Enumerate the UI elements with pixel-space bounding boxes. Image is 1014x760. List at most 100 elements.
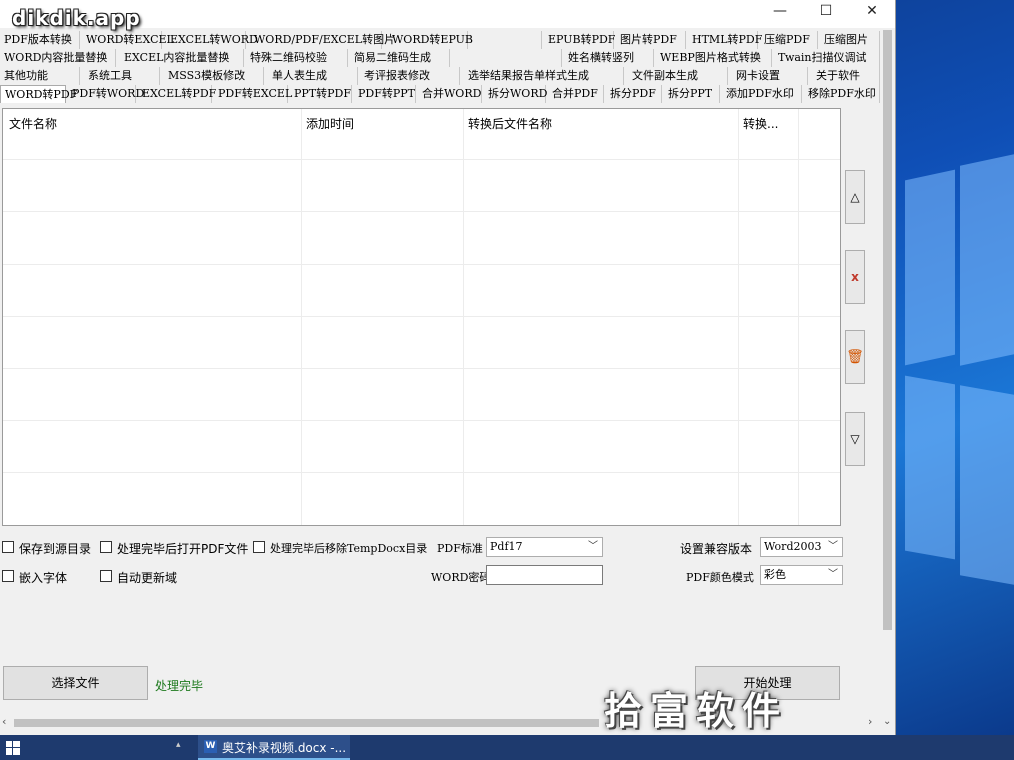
brand-watermark: dikdik.app (12, 6, 141, 30)
tab-word-batch-replace[interactable]: WORD内容批量替换 (0, 49, 116, 67)
title-bar: dikdik.app — ☐ ✕ (0, 0, 895, 30)
tab-image-to-pdf[interactable]: 图片转PDF (616, 31, 686, 49)
tab-qrcode-generate[interactable]: 简易二维码生成 (350, 49, 450, 67)
tab-report-edit[interactable]: 考评报表修改 (360, 67, 460, 85)
row-divider (3, 472, 840, 473)
open-after-checkbox[interactable] (100, 541, 112, 553)
tab-word-to-epub[interactable]: WORD转EPUB (388, 31, 473, 49)
word-password-label: WORD密码 (431, 571, 491, 584)
video-watermark: 拾富软件 (604, 689, 789, 733)
app-window: dikdik.app — ☐ ✕ PDF版本转换 WORD转EXCEL EXCE… (0, 0, 896, 735)
word-password-input[interactable] (486, 565, 603, 585)
vertical-scroll-thumb[interactable] (883, 30, 892, 630)
tab-merge-pdf[interactable]: 合并PDF (548, 85, 604, 103)
column-divider (301, 109, 302, 525)
maximize-button[interactable]: ☐ (803, 0, 849, 24)
word-app-icon: W (204, 740, 217, 753)
save-to-source-checkbox[interactable] (2, 541, 14, 553)
tab-other-functions[interactable]: 其他功能 (0, 67, 80, 85)
pdf-color-mode-label: PDF颜色模式 (686, 571, 754, 584)
chevron-down-icon: ﹀ (828, 569, 838, 580)
tab-single-table[interactable]: 单人表生成 (268, 67, 358, 85)
column-divider (738, 109, 739, 525)
tab-epub-to-pdf[interactable]: EPUB转PDF (544, 31, 615, 49)
tab-about[interactable]: 关于软件 (812, 67, 880, 85)
triangle-up-icon: △ (850, 190, 860, 204)
task-overflow-icon[interactable]: ▴ (176, 740, 181, 750)
tab-nic-settings[interactable]: 网卡设置 (732, 67, 808, 85)
tab-qrcode-verify[interactable]: 特殊二维码校验 (246, 49, 348, 67)
tab-excel-to-pdf[interactable]: EXCEL转PDF (138, 85, 216, 103)
open-after-label: 处理完毕后打开PDF文件 (117, 542, 249, 556)
windows-start-icon[interactable] (6, 741, 20, 755)
file-list-table[interactable]: 文件名称 添加时间 转换后文件名称 转换... (2, 108, 841, 526)
tab-pdf-to-excel[interactable]: PDF转EXCEL (214, 85, 292, 103)
auto-update-fields-checkbox[interactable] (100, 570, 112, 582)
clear-list-button[interactable]: 🗑 (845, 330, 865, 384)
tab-split-ppt[interactable]: 拆分PPT (664, 85, 720, 103)
remove-temp-label: 处理完毕后移除TempDocx目录 (270, 542, 428, 555)
tab-add-pdf-watermark[interactable]: 添加PDF水印 (722, 85, 802, 103)
tab-split-word[interactable]: 拆分WORD (484, 85, 547, 103)
minimize-button[interactable]: — (757, 0, 803, 24)
tab-excel-batch-replace[interactable]: EXCEL内容批量替换 (120, 49, 244, 67)
wallpaper-pane (960, 385, 1014, 585)
tab-pdf-to-ppt[interactable]: PDF转PPT (354, 85, 416, 103)
tab-word-to-excel[interactable]: WORD转EXCEL (82, 31, 174, 49)
tab-compress-image[interactable]: 压缩图片 (820, 31, 880, 49)
select-files-button[interactable]: 选择文件 (3, 666, 148, 700)
wallpaper-pane (960, 154, 1014, 366)
triangle-down-icon: ▽ (850, 432, 860, 446)
horizontal-scroll-thumb[interactable] (14, 719, 599, 727)
tab-hidden-1[interactable] (470, 31, 542, 49)
tab-pdf-to-word[interactable]: PDF转WORD (68, 85, 144, 103)
tab-file-copy[interactable]: 文件副本生成 (628, 67, 728, 85)
move-down-button[interactable]: ▽ (845, 412, 865, 466)
row-divider (3, 159, 840, 160)
tab-system-tools[interactable]: 系统工具 (84, 67, 160, 85)
remove-temp-checkbox[interactable] (253, 541, 265, 553)
tab-compress-pdf[interactable]: 压缩PDF (760, 31, 818, 49)
embed-fonts-checkbox[interactable] (2, 570, 14, 582)
tab-webp-convert[interactable]: WEBP图片格式转换 (656, 49, 772, 67)
taskbar-item-word[interactable]: W 奥艾补录视频.docx -... (198, 735, 350, 760)
save-to-source-label: 保存到源目录 (19, 542, 92, 556)
column-header-output-name[interactable]: 转换后文件名称 (468, 115, 552, 132)
delete-item-button[interactable]: x (845, 250, 865, 304)
tab-name-vertical[interactable]: 姓名横转竖列 (564, 49, 654, 67)
move-up-button[interactable]: △ (845, 170, 865, 224)
tab-remove-pdf-watermark[interactable]: 移除PDF水印 (804, 85, 880, 103)
row-divider (3, 264, 840, 265)
scroll-down-icon[interactable]: ⌄ (883, 716, 891, 727)
vertical-scrollbar[interactable]: ⌄ (880, 28, 895, 730)
column-header-added-time[interactable]: 添加时间 (306, 115, 354, 132)
tab-office-to-image[interactable]: WORD/PDF/EXCEL转图片 (250, 31, 395, 49)
scroll-right-icon[interactable]: › (868, 715, 872, 728)
pdf-standard-select[interactable]: Pdf17 ﹀ (486, 537, 603, 557)
scroll-left-icon[interactable]: ‹ (2, 715, 6, 728)
compat-version-select[interactable]: Word2003 ﹀ (760, 537, 843, 557)
close-button[interactable]: ✕ (849, 0, 895, 24)
tab-row-3: 其他功能 系统工具 MSS3模板修改 单人表生成 考评报表修改 选举结果报告单样… (0, 67, 895, 85)
row-divider (3, 368, 840, 369)
chevron-down-icon: ﹀ (828, 541, 838, 552)
tab-election-report[interactable]: 选举结果报告单样式生成 (464, 67, 624, 85)
pdf-standard-label: PDF标准 (437, 542, 483, 555)
tab-split-pdf[interactable]: 拆分PDF (606, 85, 662, 103)
tab-row-4: WORD转PDF PDF转WORD EXCEL转PDF PDF转EXCEL PP… (0, 85, 895, 103)
tab-twain-debug[interactable]: Twain扫描仪调试 (774, 49, 880, 67)
tab-mss3-template[interactable]: MSS3模板修改 (164, 67, 264, 85)
tab-ppt-to-pdf[interactable]: PPT转PDF (290, 85, 352, 103)
tab-hidden-2[interactable] (452, 49, 562, 67)
pdf-color-mode-select[interactable]: 彩色 ﹀ (760, 565, 843, 585)
column-header-status[interactable]: 转换... (743, 115, 778, 132)
tab-pdf-version[interactable]: PDF版本转换 (0, 31, 80, 49)
tab-html-to-pdf[interactable]: HTML转PDF (688, 31, 762, 49)
status-text: 处理完毕 (155, 679, 204, 693)
tab-word-to-pdf[interactable]: WORD转PDF (0, 85, 77, 103)
tab-merge-word[interactable]: 合并WORD (418, 85, 482, 103)
tab-excel-to-word[interactable]: EXCEL转WORD (166, 31, 258, 49)
column-header-filename[interactable]: 文件名称 (9, 115, 57, 132)
auto-update-fields-label: 自动更新域 (117, 571, 178, 585)
delete-x-icon: x (851, 270, 859, 284)
